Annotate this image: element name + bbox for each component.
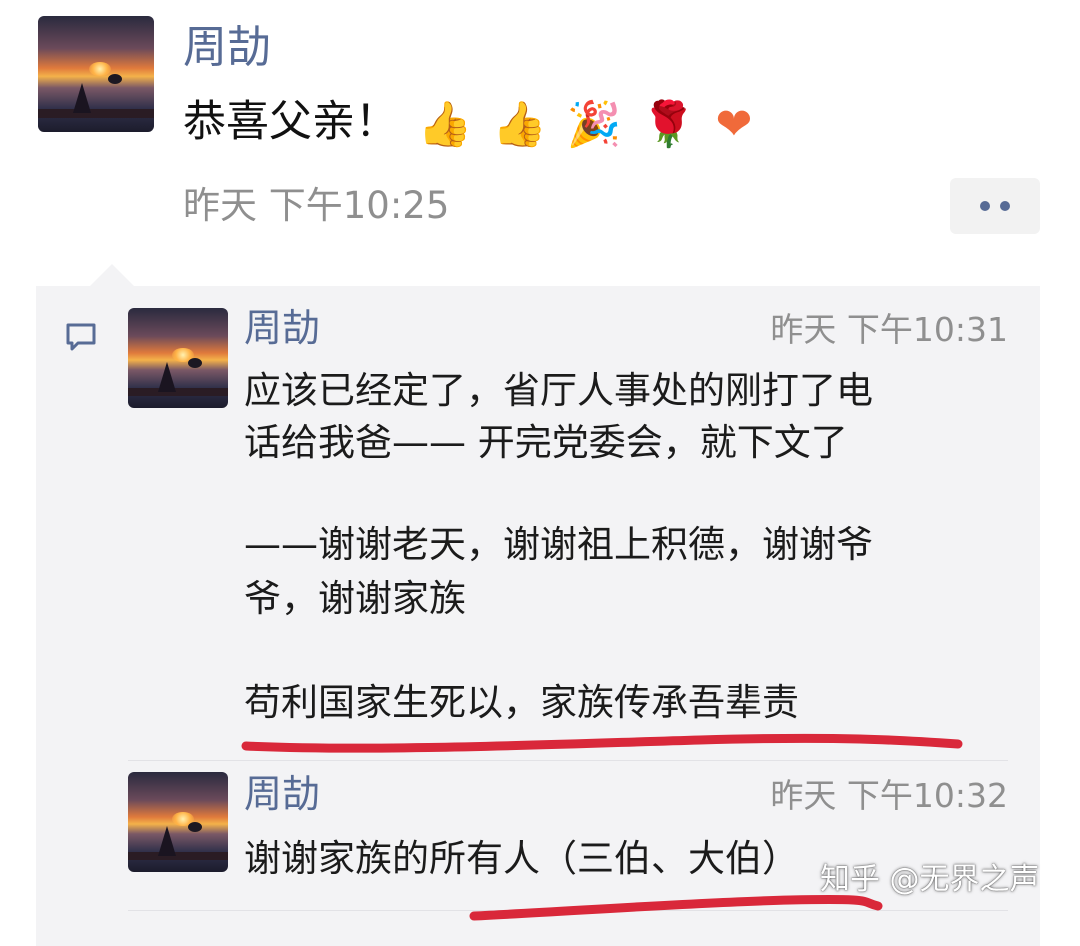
- zhihu-watermark: 知乎 @无界之声: [820, 862, 1040, 897]
- comment-bubble-icon: [66, 323, 96, 351]
- comment-divider: [128, 910, 1008, 911]
- comment-timestamp: 昨天 下午10:32: [770, 776, 1008, 815]
- comment-text-line: ——谢谢老天，谢谢祖上积德，谢谢爷: [244, 523, 873, 566]
- comment-text-line: 话给我爸—— 开完党委会，就下文了: [244, 421, 848, 464]
- post-author-name[interactable]: 周劼: [183, 22, 271, 74]
- comment-timestamp: 昨天 下午10:31: [770, 310, 1008, 349]
- avatar-horizon: [38, 108, 154, 119]
- comment-text-line: 苟利国家生死以，家族传承吾辈责: [244, 681, 799, 724]
- rose-icon: 🌹: [641, 98, 696, 150]
- post-text: 恭喜父亲！: [183, 97, 398, 147]
- avatar-pagoda: [158, 826, 176, 856]
- more-dots-icon: [1000, 201, 1010, 211]
- comment-text-line: 爷，谢谢家族: [244, 577, 466, 620]
- avatar-tree: [188, 822, 202, 832]
- comment-avatar[interactable]: [128, 772, 228, 872]
- comment-author-name[interactable]: 周劼: [244, 304, 320, 352]
- avatar-horizon: [128, 852, 228, 860]
- comment-author-name[interactable]: 周劼: [244, 770, 320, 818]
- heart-icon: ❤: [715, 98, 753, 150]
- avatar-pagoda: [158, 362, 176, 392]
- party-popper-icon: 🎉: [566, 98, 622, 150]
- comment-avatar[interactable]: [128, 308, 228, 408]
- post-avatar[interactable]: [38, 16, 154, 132]
- comment-divider: [128, 760, 1008, 761]
- more-dots-icon: [980, 201, 990, 211]
- thumbs-up-icon: 👍: [417, 98, 473, 150]
- thumbs-up-icon: 👍: [492, 98, 547, 150]
- avatar-tree: [188, 358, 202, 368]
- avatar-sun: [89, 62, 112, 77]
- post-timestamp: 昨天 下午10:25: [183, 184, 450, 227]
- comment-text-line: 应该已经定了，省厅人事处的刚打了电: [244, 369, 873, 412]
- avatar-horizon: [128, 388, 228, 396]
- avatar-pagoda: [72, 83, 91, 114]
- post-content: 恭喜父亲！ 👍 👍 🎉 🌹 ❤: [183, 96, 752, 151]
- more-actions-button[interactable]: [950, 178, 1040, 234]
- avatar-tree: [107, 74, 122, 84]
- comment-pointer: [90, 264, 134, 286]
